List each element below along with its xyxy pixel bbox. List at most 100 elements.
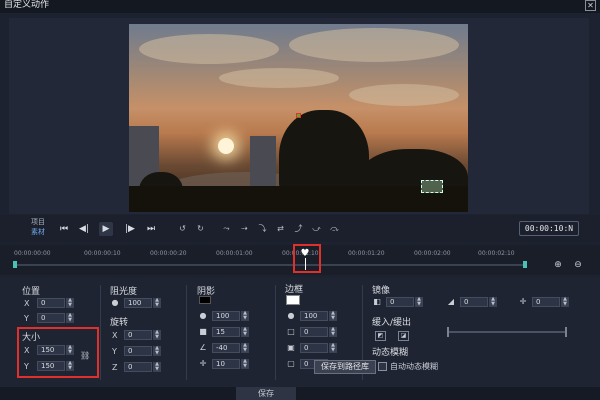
- ground: [129, 186, 468, 212]
- next-frame-button[interactable]: |▶: [123, 222, 137, 236]
- save-button[interactable]: 保存: [236, 387, 296, 400]
- border-opacity-input[interactable]: 100: [300, 311, 328, 321]
- link-icon[interactable]: ⛓: [80, 351, 90, 361]
- opacity-icon: ●: [111, 298, 119, 307]
- tool-icon[interactable]: ⇄: [274, 223, 287, 235]
- border-width-stepper[interactable]: ▲ ▼: [329, 327, 337, 337]
- position-y-input[interactable]: 0: [37, 313, 65, 323]
- shadow-opacity-input[interactable]: 100: [212, 311, 240, 321]
- close-icon[interactable]: ✕: [585, 0, 596, 11]
- tick-label: 00:00:02:10: [478, 250, 515, 257]
- fade-label: 缓入/缓出: [372, 318, 412, 328]
- opacity-input[interactable]: 100: [124, 298, 152, 308]
- track-end-handle[interactable]: [523, 261, 527, 268]
- size-x-input[interactable]: 150: [37, 345, 65, 355]
- tool-icon[interactable]: ⤻: [310, 223, 323, 235]
- shadow-blur-stepper[interactable]: ▲ ▼: [241, 327, 249, 337]
- mirror-stepper-3[interactable]: ▲ ▼: [561, 297, 569, 307]
- shadow-angle-stepper[interactable]: ▲ ▼: [241, 343, 249, 353]
- zoom-in-icon[interactable]: ⊕: [552, 259, 564, 271]
- timecode-display[interactable]: 00:00:10:N: [519, 221, 579, 236]
- auto-motion-blur-label: 自动动态模糊: [390, 362, 438, 371]
- mirror-input-1[interactable]: 0: [386, 297, 414, 307]
- mirror-input-2[interactable]: 0: [460, 297, 488, 307]
- opacity-stepper[interactable]: ▲ ▼: [153, 298, 161, 308]
- tool-icon[interactable]: ⤳: [220, 223, 233, 235]
- fade-slider[interactable]: [447, 331, 567, 333]
- rotation-x-stepper[interactable]: ▲ ▼: [153, 330, 161, 340]
- size-y-stepper[interactable]: ▲ ▼: [66, 361, 74, 371]
- timeline-track[interactable]: [14, 264, 526, 266]
- path-marker[interactable]: [296, 113, 301, 118]
- border-blur-input[interactable]: 0: [300, 343, 328, 353]
- size-x-stepper[interactable]: ▲ ▼: [66, 345, 74, 355]
- opacity-label: 阻光度: [110, 287, 138, 297]
- redo-icon[interactable]: ↻: [194, 223, 207, 235]
- fade-slider-end[interactable]: [565, 327, 567, 337]
- position-y-label: Y: [24, 314, 29, 323]
- track-start-handle[interactable]: [13, 261, 17, 268]
- undo-icon[interactable]: ↺: [176, 223, 189, 235]
- border-radius-icon: ▢: [287, 359, 295, 368]
- video-preview[interactable]: [129, 24, 468, 212]
- overlay-box[interactable]: [421, 180, 443, 193]
- shadow-distance-input[interactable]: 10: [212, 359, 240, 369]
- fade-in-icon[interactable]: ◩: [375, 331, 386, 341]
- mirror-stepper-1[interactable]: ▲ ▼: [415, 297, 423, 307]
- divider: [186, 285, 187, 380]
- position-y-stepper[interactable]: ▲ ▼: [66, 313, 74, 323]
- shadow-distance-stepper[interactable]: ▲ ▼: [241, 359, 249, 369]
- shadow-distance-icon: ✛: [199, 359, 207, 368]
- shadow-blur-input[interactable]: 15: [212, 327, 240, 337]
- border-width-icon: □: [287, 327, 295, 336]
- sun: [218, 138, 234, 154]
- tool-icon[interactable]: ⇢: [238, 223, 251, 235]
- footer-bar: [0, 387, 600, 400]
- tool-icon[interactable]: ⤴: [292, 223, 305, 235]
- border-width-input[interactable]: 0: [300, 327, 328, 337]
- shadow-angle-input[interactable]: -40: [212, 343, 240, 353]
- tool-icon[interactable]: ⤼: [328, 223, 341, 235]
- mirror-input-3[interactable]: 0: [532, 297, 560, 307]
- play-button[interactable]: ▶: [99, 222, 113, 236]
- rotation-y-input[interactable]: 0: [124, 346, 152, 356]
- rotation-x-label: X: [112, 331, 118, 340]
- project-label[interactable]: 项目: [31, 218, 45, 227]
- tick-label: 00:00:02:00: [414, 250, 451, 257]
- tool-icon[interactable]: ⤵: [256, 223, 269, 235]
- size-y-label: Y: [24, 362, 29, 371]
- rotation-z-stepper[interactable]: ▲ ▼: [153, 362, 161, 372]
- go-to-end-button[interactable]: ⏭: [144, 222, 158, 236]
- cloud: [349, 84, 459, 106]
- rotation-y-stepper[interactable]: ▲ ▼: [153, 346, 161, 356]
- mirror-flip-icon: ◧: [373, 297, 381, 306]
- shadow-angle-icon: ∠: [199, 343, 207, 352]
- tick-label: 00:00:00:10: [84, 250, 121, 257]
- fade-out-icon[interactable]: ◪: [398, 331, 409, 341]
- mirror-stepper-2[interactable]: ▲ ▼: [489, 297, 497, 307]
- shadow-opacity-stepper[interactable]: ▲ ▼: [241, 311, 249, 321]
- rotation-z-input[interactable]: 0: [124, 362, 152, 372]
- border-label: 边框: [285, 285, 304, 295]
- clip-label[interactable]: 素材: [31, 228, 45, 237]
- border-color-swatch[interactable]: [286, 295, 300, 305]
- size-y-input[interactable]: 150: [37, 361, 65, 371]
- mirror-move-icon: ✛: [519, 297, 527, 306]
- fade-slider-start[interactable]: [447, 327, 449, 337]
- zoom-out-icon[interactable]: ⊖: [572, 259, 584, 271]
- previous-frame-button[interactable]: ◀|: [77, 222, 91, 236]
- rotation-x-input[interactable]: 0: [124, 330, 152, 340]
- position-x-input[interactable]: 0: [37, 298, 65, 308]
- highlight-playhead: [293, 244, 321, 273]
- save-to-path-library-tooltip: 保存到路径库: [314, 360, 376, 374]
- size-x-label: X: [24, 346, 30, 355]
- shadow-color-swatch[interactable]: [199, 296, 211, 304]
- position-label: 位置: [22, 287, 41, 297]
- go-to-start-button[interactable]: ⏮: [57, 222, 71, 236]
- border-blur-stepper[interactable]: ▲ ▼: [329, 343, 337, 353]
- divider: [100, 285, 101, 380]
- position-x-stepper[interactable]: ▲ ▼: [66, 298, 74, 308]
- tick-label: 00:00:01:20: [348, 250, 385, 257]
- auto-motion-blur-checkbox[interactable]: [378, 362, 387, 371]
- border-opacity-stepper[interactable]: ▲ ▼: [329, 311, 337, 321]
